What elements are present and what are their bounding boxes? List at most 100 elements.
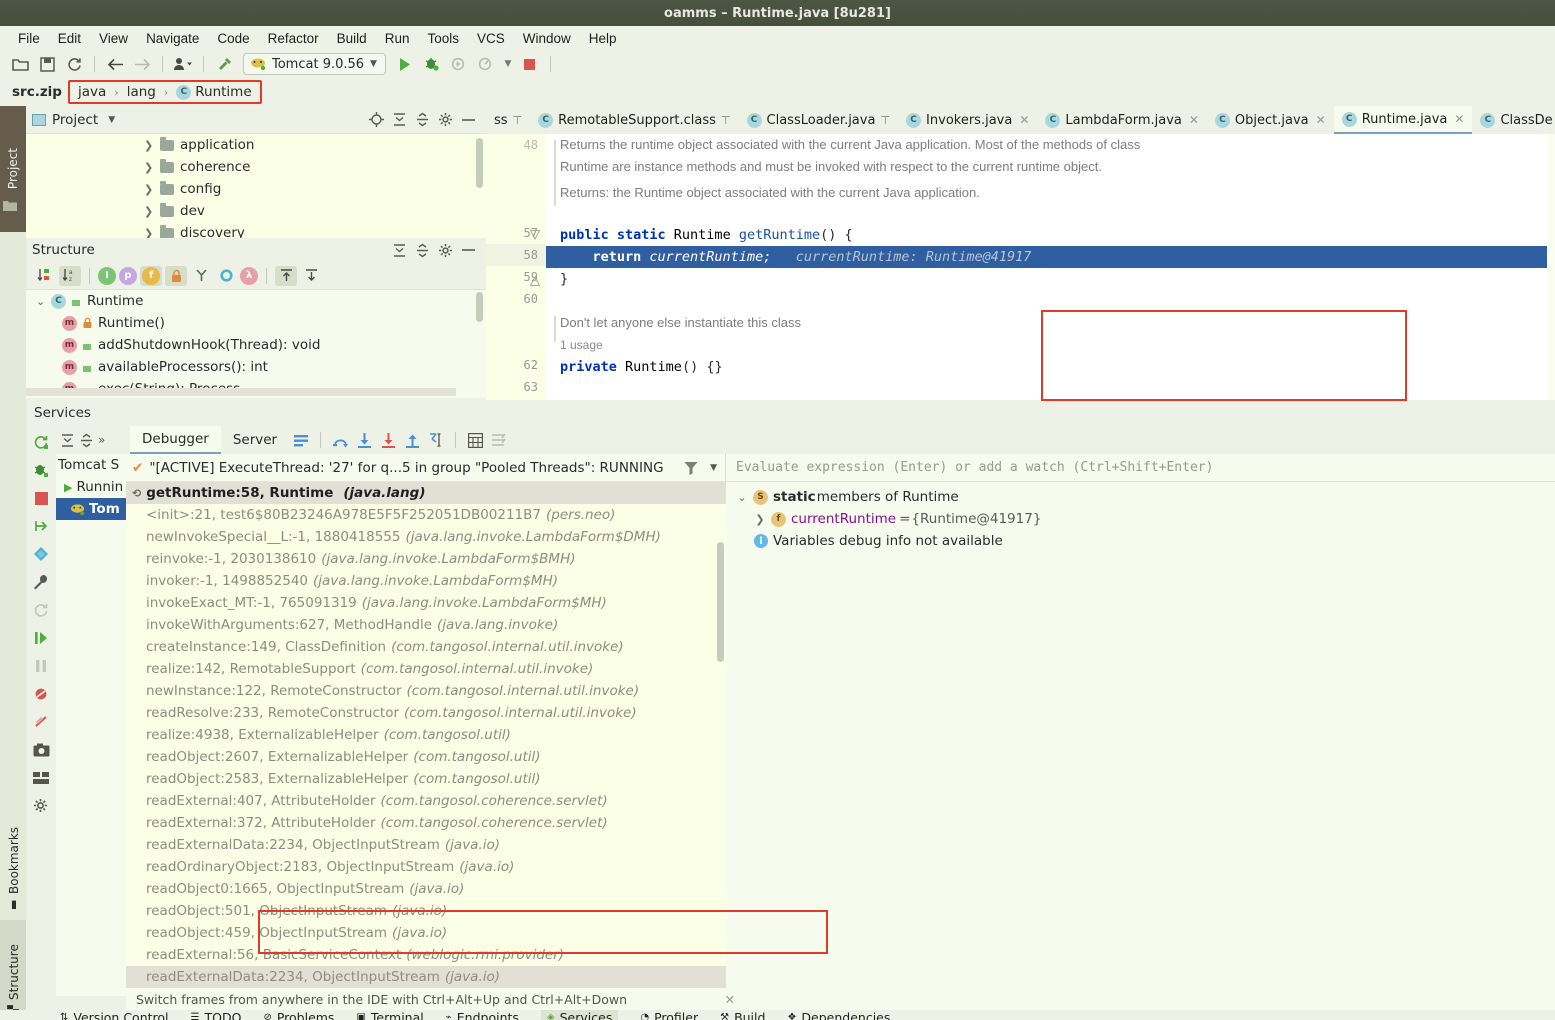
close-icon[interactable]: ✕ bbox=[1454, 112, 1464, 126]
gear-icon[interactable] bbox=[30, 796, 52, 816]
editor-tab-classloader[interactable]: C ClassLoader.java ⊤ bbox=[738, 106, 899, 134]
tree-item-coherence[interactable]: ❯ coherence bbox=[26, 156, 486, 178]
resume-program-icon[interactable] bbox=[30, 516, 52, 536]
tree-item-dev[interactable]: ❯ dev bbox=[26, 200, 486, 222]
camera-snapshot-icon[interactable] bbox=[30, 740, 52, 760]
chevron-right-icon[interactable]: ❯ bbox=[144, 161, 154, 174]
expand-all-icon[interactable] bbox=[275, 265, 297, 286]
status-item-dependencies[interactable]: ❖ Dependencies bbox=[787, 1010, 890, 1020]
services-tree-item-selected[interactable]: Tom bbox=[56, 498, 126, 520]
frame-row[interactable]: readOrdinaryObject:2183, ObjectInputStre… bbox=[126, 856, 726, 878]
frame-row[interactable]: newInvokeSpecial__L:-1, 1880418555 (java.… bbox=[126, 526, 726, 548]
usage-hint[interactable]: 1 usage bbox=[546, 334, 1555, 356]
collapse-all-icon[interactable] bbox=[300, 266, 322, 286]
frame-row[interactable]: newInstance:122, RemoteConstructor (com.t… bbox=[126, 680, 726, 702]
close-icon[interactable]: ✕ bbox=[1316, 113, 1326, 127]
debug-button[interactable] bbox=[420, 53, 444, 75]
chevron-down-icon[interactable]: ▼ bbox=[370, 59, 377, 69]
status-item-version-control[interactable]: ⇅ Version Control bbox=[60, 1010, 169, 1020]
tab-debugger[interactable]: Debugger bbox=[130, 426, 221, 454]
frame-row[interactable]: realize:142, RemotableSupport (com.tangos… bbox=[126, 658, 726, 680]
settings-lines-icon[interactable] bbox=[487, 429, 511, 451]
frame-row[interactable]: realize:4938, ExternalizableHelper (com.t… bbox=[126, 724, 726, 746]
code-line-62[interactable]: private Runtime() {} bbox=[546, 356, 1555, 378]
sort-alphabetically-icon[interactable]: az bbox=[59, 265, 81, 286]
hide-panel-icon[interactable] bbox=[461, 118, 476, 122]
pin-icon[interactable]: ⊤ bbox=[880, 114, 890, 127]
structure-member-constructor[interactable]: m Runtime() bbox=[26, 312, 486, 334]
structure-vscrollbar[interactable] bbox=[476, 292, 483, 322]
force-step-into-icon[interactable] bbox=[376, 429, 400, 451]
more-options-icon[interactable]: » bbox=[98, 433, 105, 447]
non-public-toggle[interactable] bbox=[165, 265, 187, 286]
console-lines-icon[interactable] bbox=[289, 429, 313, 451]
build-hammer-icon[interactable] bbox=[212, 53, 236, 75]
expand-all-icon[interactable] bbox=[392, 112, 407, 127]
step-into-icon[interactable] bbox=[352, 429, 376, 451]
tree-item-application[interactable]: ❯ application bbox=[26, 134, 486, 156]
breadcrumb-root[interactable]: src.zip bbox=[12, 84, 62, 100]
pin-icon[interactable]: ⊤ bbox=[721, 114, 731, 127]
chevron-down-icon[interactable]: ⌄ bbox=[36, 295, 46, 308]
pin-icon[interactable]: ⊤ bbox=[513, 114, 523, 127]
frame-row[interactable]: readExternalData:2234, ObjectInputStream… bbox=[126, 966, 726, 988]
show-anonymous-icon[interactable] bbox=[190, 266, 212, 286]
breadcrumb-item-lang[interactable]: lang bbox=[127, 84, 156, 100]
hide-panel-icon[interactable] bbox=[461, 248, 476, 252]
frames-list[interactable]: ⟲ getRuntime:58, Runtime (java.lang) <in… bbox=[126, 482, 726, 996]
chevron-right-icon[interactable]: ❯ bbox=[144, 227, 154, 239]
status-item-services[interactable]: ◈ Services bbox=[540, 1010, 619, 1020]
menu-item-refactor[interactable]: Refactor bbox=[260, 29, 327, 48]
frame-row[interactable]: invokeExact_MT:-1, 765091319 (java.lang.i… bbox=[126, 592, 726, 614]
gear-icon[interactable] bbox=[438, 243, 453, 258]
variables-row-static[interactable]: ⌄ S static members of Runtime bbox=[726, 486, 1555, 508]
frame-row[interactable]: <init>:21, test6$80B23246A978E5F5F252051… bbox=[126, 504, 726, 526]
editor-tab-runtime[interactable]: C Runtime.java ✕ bbox=[1333, 106, 1473, 134]
frame-row[interactable]: readObject:459, ObjectInputStream (java.i… bbox=[126, 922, 726, 944]
chevron-right-icon[interactable]: ❯ bbox=[144, 139, 154, 152]
menu-item-view[interactable]: View bbox=[91, 29, 136, 48]
variables-row-currentruntime[interactable]: ❯ f currentRuntime = {Runtime@41917} bbox=[726, 508, 1555, 530]
stop-button[interactable] bbox=[518, 53, 542, 75]
menu-item-window[interactable]: Window bbox=[515, 29, 579, 48]
editor-tab-classde[interactable]: C ClassDe bbox=[1472, 106, 1555, 134]
status-item-terminal[interactable]: ▣ Terminal bbox=[356, 1010, 423, 1020]
breadcrumb-item-java[interactable]: java bbox=[78, 84, 106, 100]
stop-icon[interactable] bbox=[30, 488, 52, 508]
run-to-cursor-icon[interactable] bbox=[424, 429, 448, 451]
chevron-down-icon[interactable]: ⌄ bbox=[736, 491, 748, 504]
editor-tab-lambdaform[interactable]: C LambdaForm.java ✕ bbox=[1037, 106, 1207, 134]
debug-rerun-icon[interactable] bbox=[30, 460, 52, 480]
collapse-all-icon[interactable] bbox=[79, 433, 94, 448]
frames-scrollbar[interactable] bbox=[717, 542, 724, 662]
save-all-icon[interactable] bbox=[35, 53, 59, 75]
sort-by-visibility-icon[interactable] bbox=[34, 266, 56, 286]
gear-icon[interactable] bbox=[438, 112, 453, 127]
frame-row[interactable]: invokeWithArguments:627, MethodHandle (ja… bbox=[126, 614, 726, 636]
fold-collapse-icon[interactable] bbox=[530, 230, 540, 240]
structure-member-addshutdownhook[interactable]: m addShutdownHook(Thread): void bbox=[26, 334, 486, 356]
open-folder-icon[interactable] bbox=[8, 53, 32, 75]
profiler-dropdown-icon[interactable]: ▼ bbox=[501, 53, 515, 75]
run-button[interactable] bbox=[393, 53, 417, 75]
code-line-59[interactable]: } bbox=[546, 268, 1555, 290]
tree-item-config[interactable]: ❯ config bbox=[26, 178, 486, 200]
menu-item-help[interactable]: Help bbox=[581, 29, 625, 48]
expand-all-icon[interactable] bbox=[392, 243, 407, 258]
step-over-icon[interactable] bbox=[328, 429, 352, 451]
services-tree-item-tomcat[interactable]: Tomcat S bbox=[56, 454, 126, 476]
status-item-build[interactable]: ⚒ Build bbox=[720, 1010, 765, 1020]
frame-row[interactable]: readExternalData:2234, ObjectInputStream… bbox=[126, 834, 726, 856]
editor-tab-object[interactable]: C Object.java ✕ bbox=[1206, 106, 1334, 134]
mute-breakpoints-slash-icon[interactable] bbox=[30, 712, 52, 732]
lambdas-icon[interactable]: λ bbox=[240, 266, 258, 285]
evaluate-expression-icon[interactable] bbox=[463, 429, 487, 451]
run-with-coverage-button[interactable] bbox=[447, 53, 471, 75]
menu-item-tools[interactable]: Tools bbox=[419, 29, 467, 48]
breadcrumb-item-runtime[interactable]: Runtime bbox=[195, 84, 251, 100]
status-item-profiler[interactable]: ◔ Profiler bbox=[640, 1010, 698, 1020]
frame-row[interactable]: readObject:501, ObjectInputStream (java.i… bbox=[126, 900, 726, 922]
project-tree-scrollbar[interactable] bbox=[476, 138, 483, 188]
collapse-all-icon[interactable] bbox=[415, 112, 430, 127]
status-item-endpoints[interactable]: ⌁ Endpoints bbox=[446, 1010, 519, 1020]
